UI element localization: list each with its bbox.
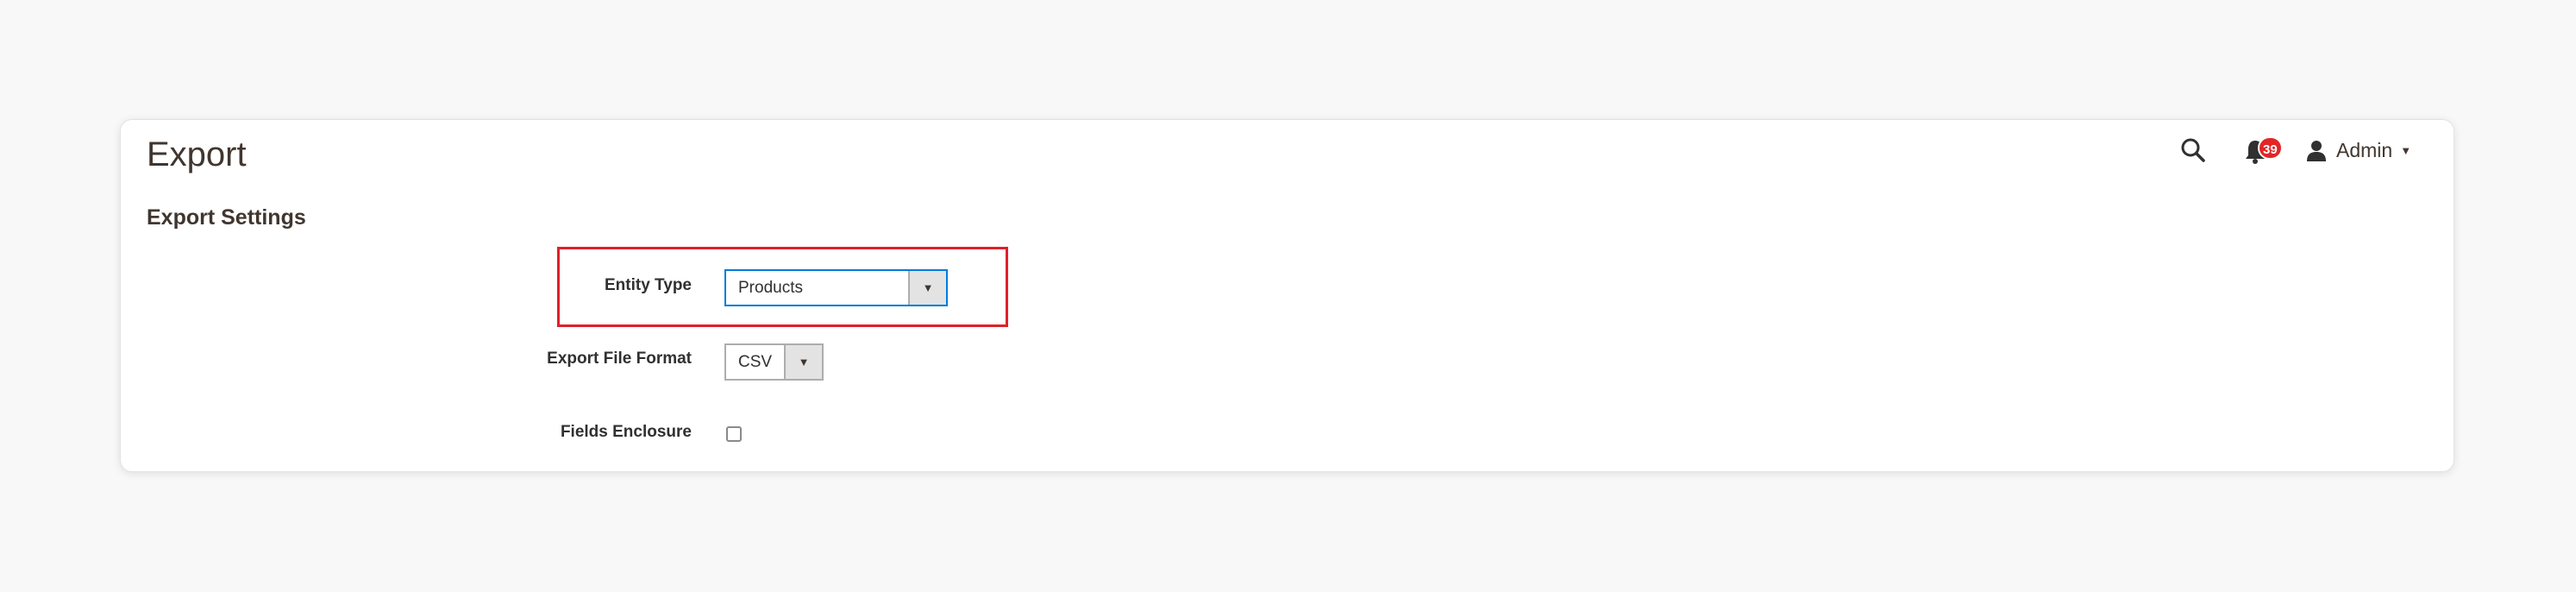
fields-enclosure-checkbox[interactable] xyxy=(726,426,742,442)
export-file-format-value: CSV xyxy=(738,353,773,371)
export-file-format-select[interactable]: CSV ▼ xyxy=(724,343,824,381)
fields-enclosure-label: Fields Enclosure xyxy=(560,423,692,441)
user-name: Admin xyxy=(2336,138,2393,161)
user-icon xyxy=(2307,141,2326,161)
section-title: Export Settings xyxy=(147,205,306,230)
chevron-down-icon[interactable]: ▼ xyxy=(908,271,946,305)
page-title: Export xyxy=(147,135,247,173)
entity-type-select[interactable]: Products ▼ xyxy=(724,269,948,306)
entity-type-label: Entity Type xyxy=(605,276,692,294)
caret-down-icon: ▼ xyxy=(2400,143,2412,157)
entity-type-value: Products xyxy=(738,279,803,297)
export-file-format-label: Export File Format xyxy=(547,350,692,368)
export-panel xyxy=(120,119,2454,472)
notification-count-badge: 39 xyxy=(2258,136,2283,160)
user-menu[interactable]: Admin ▼ xyxy=(2305,135,2411,166)
search-icon[interactable] xyxy=(2179,136,2207,164)
chevron-down-icon[interactable]: ▼ xyxy=(784,345,822,379)
